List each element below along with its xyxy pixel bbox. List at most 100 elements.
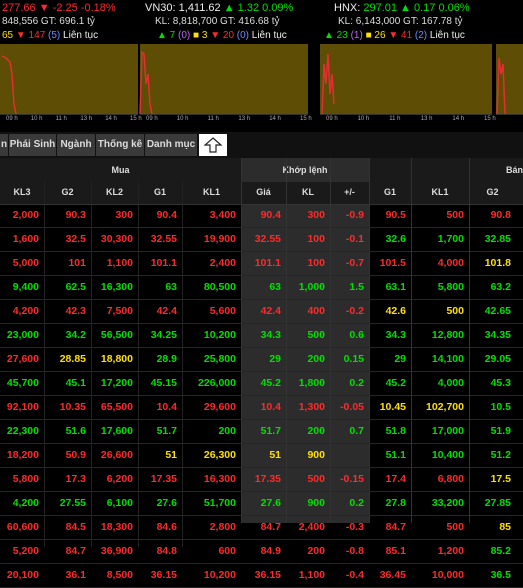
cell-volume[interactable]: 100 <box>286 252 325 275</box>
cell-kl2[interactable]: 30,300 <box>91 228 133 251</box>
cell-g1-sell[interactable]: 42.6 <box>369 300 406 323</box>
cell-kl2[interactable]: 18,300 <box>91 516 133 539</box>
cell-change[interactable]: 0.2 <box>330 492 364 515</box>
cell-g2-sell[interactable]: 101.8 <box>469 252 511 275</box>
cell-kl2[interactable]: 6,200 <box>91 468 133 491</box>
cell-g1-sell[interactable]: 90.5 <box>369 204 406 227</box>
table-row[interactable]: 22,300 51.6 17,600 51.7 200 51.7 200 0.7 51.8 17,… <box>0 420 523 444</box>
column-header-kl1-sell[interactable]: KL1 <box>411 187 469 197</box>
cell-g2-buy[interactable]: 42.3 <box>44 300 86 323</box>
cell-g1-sell[interactable]: 27.8 <box>369 492 406 515</box>
cell-g1-buy[interactable]: 101.1 <box>138 252 177 275</box>
cell-kl2[interactable]: 36,900 <box>91 540 133 563</box>
cell-kl1-buy[interactable]: 3,400 <box>182 204 236 227</box>
cell-price[interactable]: 32.55 <box>241 228 281 251</box>
cell-kl1-sell[interactable]: 1,700 <box>411 228 464 251</box>
cell-g2-sell[interactable]: 90.8 <box>469 204 511 227</box>
cell-kl3[interactable]: 4,200 <box>0 300 39 323</box>
cell-g2-buy[interactable]: 101 <box>44 252 86 275</box>
cell-g2-sell[interactable]: 45.3 <box>469 372 511 395</box>
cell-volume[interactable]: 300 <box>286 204 325 227</box>
cell-kl1-sell[interactable]: 4,000 <box>411 252 464 275</box>
cell-g2-sell[interactable]: 27.85 <box>469 492 511 515</box>
column-header-g1-sell[interactable]: G1 <box>369 187 411 197</box>
cell-change[interactable]: -0.9 <box>330 204 364 227</box>
cell-g2-buy[interactable]: 27.55 <box>44 492 86 515</box>
cell-g1-buy[interactable]: 36.15 <box>138 564 177 587</box>
column-header-g1-buy[interactable]: G1 <box>138 187 182 197</box>
cell-kl1-buy[interactable]: 19,900 <box>182 228 236 251</box>
cell-volume[interactable]: 1,300 <box>286 396 325 419</box>
cell-kl1-sell[interactable]: 33,200 <box>411 492 464 515</box>
cell-kl3[interactable]: 27,600 <box>0 348 39 371</box>
cell-g2-sell[interactable]: 32.85 <box>469 228 511 251</box>
cell-kl3[interactable]: 5,000 <box>0 252 39 275</box>
cell-price[interactable]: 42.4 <box>241 300 281 323</box>
cell-g1-sell[interactable]: 34.3 <box>369 324 406 347</box>
cell-kl1-buy[interactable]: 2,800 <box>182 516 236 539</box>
cell-g2-buy[interactable]: 34.2 <box>44 324 86 347</box>
cell-kl1-sell[interactable]: 1,200 <box>411 540 464 563</box>
cell-change[interactable]: -0.2 <box>330 300 364 323</box>
column-header-kl1-buy[interactable]: KL1 <box>182 187 241 197</box>
cell-kl2[interactable]: 17,600 <box>91 420 133 443</box>
cell-g1-buy[interactable]: 90.4 <box>138 204 177 227</box>
tab-thong-ke[interactable]: Thống kê <box>96 134 145 156</box>
cell-change[interactable]: 1.5 <box>330 276 364 299</box>
cell-kl2[interactable]: 6,100 <box>91 492 133 515</box>
cell-g1-sell[interactable]: 32.6 <box>369 228 406 251</box>
cell-g2-buy[interactable]: 62.5 <box>44 276 86 299</box>
cell-kl1-sell[interactable]: 500 <box>411 300 464 323</box>
table-row[interactable]: 92,100 10.35 65,500 10.4 29,600 10.4 1,300 -0.0… <box>0 396 523 420</box>
cell-change[interactable]: 0.6 <box>330 324 364 347</box>
cell-g1-sell[interactable]: 17.4 <box>369 468 406 491</box>
cell-kl1-buy[interactable]: 16,300 <box>182 468 236 491</box>
cell-kl3[interactable]: 92,100 <box>0 396 39 419</box>
table-row[interactable]: 5,000 101 1,100 101.1 2,400 101.1 100 -0.7 101.5… <box>0 252 523 276</box>
cell-change[interactable]: 0.7 <box>330 420 364 443</box>
cell-price[interactable]: 27.6 <box>241 492 281 515</box>
cell-kl3[interactable]: 18,200 <box>0 444 39 467</box>
cell-price[interactable]: 45.2 <box>241 372 281 395</box>
cell-kl2[interactable]: 300 <box>91 204 133 227</box>
cell-change[interactable]: 0.2 <box>330 372 364 395</box>
cell-kl2[interactable]: 18,800 <box>91 348 133 371</box>
cell-price[interactable]: 90.4 <box>241 204 281 227</box>
cell-g1-sell[interactable]: 84.7 <box>369 516 406 539</box>
cell-change[interactable]: -0.05 <box>330 396 364 419</box>
cell-kl2[interactable]: 16,300 <box>91 276 133 299</box>
cell-kl1-sell[interactable]: 102,700 <box>411 396 464 419</box>
cell-change[interactable]: -0.7 <box>330 252 364 275</box>
cell-g2-sell[interactable]: 51.9 <box>469 420 511 443</box>
tab-nganh[interactable]: Ngành <box>57 134 96 156</box>
cell-change[interactable] <box>330 444 364 467</box>
cell-price[interactable]: 17.35 <box>241 468 281 491</box>
cell-g1-buy[interactable]: 51 <box>138 444 177 467</box>
cell-price[interactable]: 84.7 <box>241 516 281 539</box>
table-row[interactable]: 5,800 17.3 6,200 17.35 16,300 17.35 500 -0.15 17… <box>0 468 523 492</box>
cell-g2-buy[interactable]: 50.9 <box>44 444 86 467</box>
cell-g1-sell[interactable]: 101.5 <box>369 252 406 275</box>
column-header-change[interactable]: +/- <box>330 187 369 197</box>
cell-g1-buy[interactable]: 32.55 <box>138 228 177 251</box>
cell-kl3[interactable]: 23,000 <box>0 324 39 347</box>
column-header-kl2[interactable]: KL2 <box>91 187 138 197</box>
cell-kl1-sell[interactable]: 4,000 <box>411 372 464 395</box>
cell-kl1-buy[interactable]: 29,600 <box>182 396 236 419</box>
cell-g1-buy[interactable]: 34.25 <box>138 324 177 347</box>
cell-price[interactable]: 34.3 <box>241 324 281 347</box>
cell-g2-buy[interactable]: 84.7 <box>44 540 86 563</box>
cell-g2-buy[interactable]: 36.1 <box>44 564 86 587</box>
cell-g1-buy[interactable]: 10.4 <box>138 396 177 419</box>
cell-kl3[interactable]: 9,400 <box>0 276 39 299</box>
cell-kl1-buy[interactable]: 5,600 <box>182 300 236 323</box>
cell-g2-sell[interactable]: 51.2 <box>469 444 511 467</box>
tab-danh-muc[interactable]: Danh mục <box>145 134 198 156</box>
cell-price[interactable]: 101.1 <box>241 252 281 275</box>
tab-phai-sinh[interactable]: Phái Sinh <box>9 134 57 156</box>
cell-kl1-buy[interactable]: 2,400 <box>182 252 236 275</box>
cell-price[interactable]: 63 <box>241 276 281 299</box>
cell-kl2[interactable]: 1,100 <box>91 252 133 275</box>
cell-volume[interactable]: 1,100 <box>286 564 325 587</box>
cell-kl1-sell[interactable]: 5,800 <box>411 276 464 299</box>
